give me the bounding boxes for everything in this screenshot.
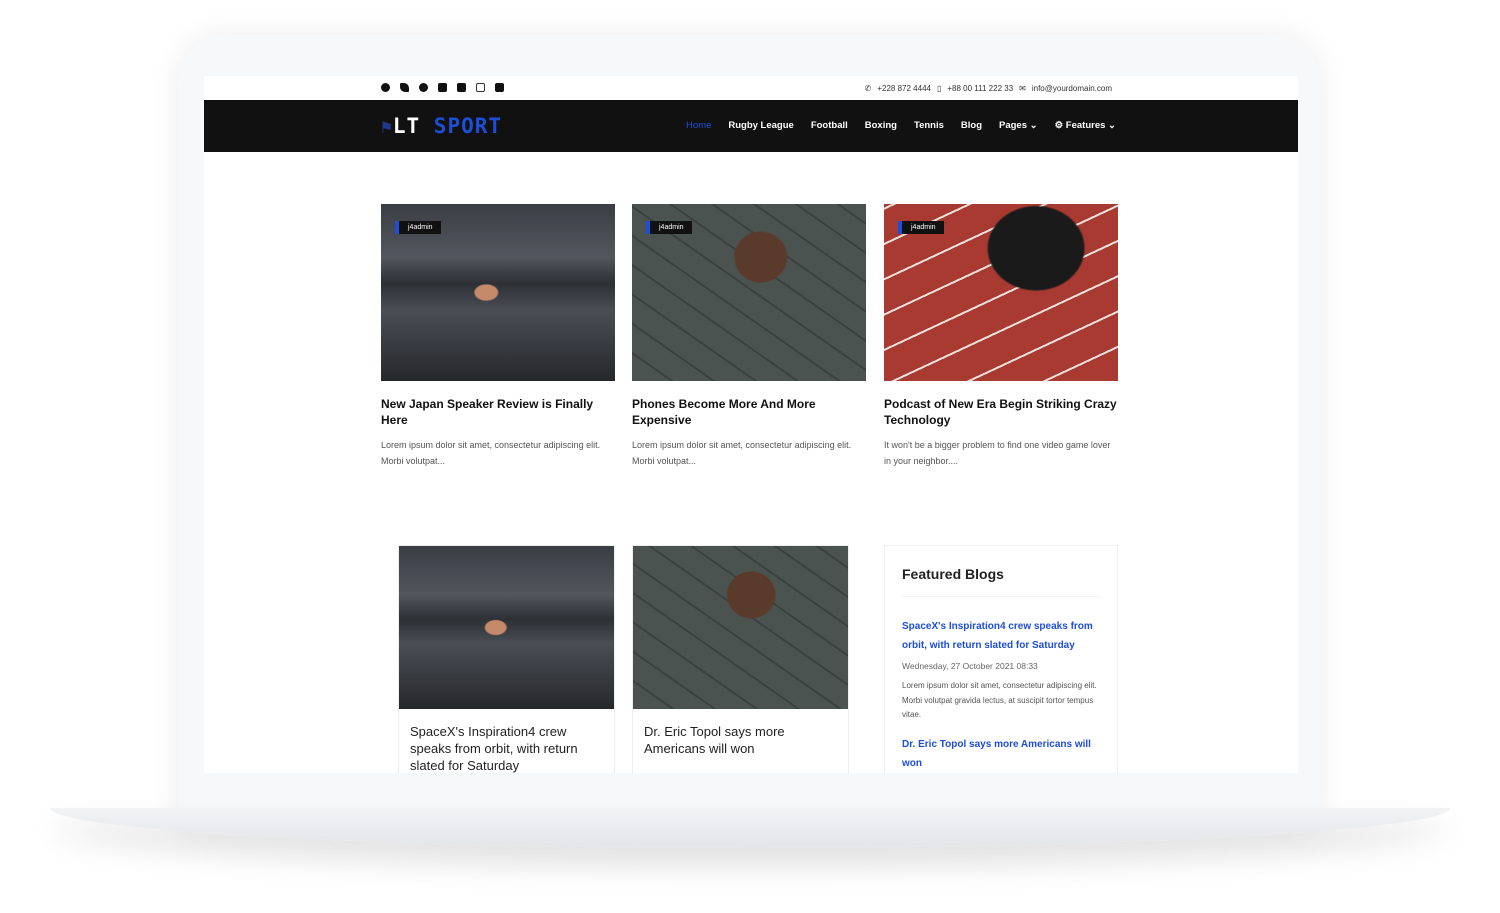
chevron-down-icon: ⌄: [1108, 120, 1116, 131]
post-title[interactable]: Phones Become More And More Expensive: [632, 396, 866, 428]
post-excerpt: Lorem ipsum dolor sit amet, consectetur …: [632, 440, 852, 466]
post-title[interactable]: New Japan Speaker Review is Finally Here: [381, 396, 615, 428]
featured-date: Wednesday, 27 October 2021 08:33: [902, 661, 1038, 671]
post-title[interactable]: SpaceX's Inspiration4 crew speaks from o…: [399, 709, 614, 773]
mobile-text: +88 00 111 222 33: [947, 84, 1014, 93]
post-card: j4admin Podcast of New Era Begin Strikin…: [884, 204, 1118, 469]
twitter-icon[interactable]: [400, 83, 409, 92]
pinterest-icon[interactable]: [419, 83, 428, 92]
post-card: Dr. Eric Topol says more Americans will …: [632, 545, 849, 773]
logo-icon: ⚑: [381, 117, 393, 138]
contact-info: ✆ +228 872 4444 ▯ +88 00 111 222 33 ✉ info@…: [865, 84, 1112, 93]
author-badge[interactable]: j4admin: [395, 221, 441, 234]
post-excerpt: Lorem ipsum dolor sit amet, consectetur …: [381, 440, 601, 466]
social-links: [381, 83, 504, 92]
featured-link[interactable]: Dr. Eric Topol says more Americans will …: [902, 735, 1100, 773]
author-badge[interactable]: j4admin: [646, 221, 692, 234]
nav-pages[interactable]: Pages ⌄: [999, 120, 1038, 131]
nav-pages-label: Pages: [999, 120, 1027, 131]
post-image-weightlifter[interactable]: [633, 546, 848, 709]
nav-rugby-league[interactable]: Rugby League: [728, 120, 793, 131]
author-badge[interactable]: j4admin: [898, 221, 944, 234]
phone-icon: ✆: [864, 84, 872, 93]
nav-boxing[interactable]: Boxing: [865, 120, 897, 131]
gear-icon: ⚙: [1054, 120, 1064, 131]
nav-home[interactable]: Home: [686, 120, 711, 131]
featured-link[interactable]: SpaceX's Inspiration4 crew speaks from o…: [902, 617, 1100, 655]
post-card: j4admin New Japan Speaker Review is Fina…: [381, 204, 615, 469]
post-image-swimmer[interactable]: j4admin: [381, 204, 615, 381]
post-image-swimmer[interactable]: [399, 546, 614, 709]
post-image-sprinter[interactable]: j4admin: [884, 204, 1118, 381]
post-excerpt: It won't be a bigger problem to find one…: [884, 440, 1111, 466]
featured-blogs-widget: Featured Blogs SpaceX's Inspiration4 cre…: [884, 545, 1118, 773]
email-link[interactable]: info@yourdomain.com: [1032, 84, 1112, 93]
facebook-icon[interactable]: [381, 83, 390, 92]
logo[interactable]: ⚑LT SPORT: [381, 114, 502, 138]
nav-features-label: Features: [1065, 120, 1106, 131]
post-title[interactable]: Dr. Eric Topol says more Americans will …: [633, 709, 848, 771]
chevron-down-icon: ⌄: [1029, 120, 1038, 131]
nav-football[interactable]: Football: [811, 120, 848, 131]
post-card: SpaceX's Inspiration4 crew speaks from o…: [398, 545, 615, 773]
nav-tennis[interactable]: Tennis: [914, 120, 944, 131]
nav-menu: Home Rugby League Football Boxing Tennis…: [686, 120, 1116, 131]
phone-text: +228 872 4444: [877, 84, 931, 93]
logo-text-b: SPORT: [433, 114, 503, 138]
top-bar: ✆ +228 872 4444 ▯ +88 00 111 222 33 ✉ info@…: [204, 76, 1298, 100]
post-card: j4admin Phones Become More And More Expe…: [632, 204, 866, 469]
mail-icon: ✉: [1019, 84, 1026, 93]
logo-text-a: LT: [392, 114, 421, 138]
laptop-base: [50, 808, 1450, 848]
mobile-icon: ▯: [936, 84, 942, 93]
main-nav: ⚑LT SPORT Home Rugby League Football Box…: [204, 100, 1298, 152]
nav-features[interactable]: ⚙ Features ⌄: [1055, 120, 1116, 131]
youtube-icon[interactable]: [438, 83, 447, 92]
featured-excerpt: Lorem ipsum dolor sit amet, consectetur …: [902, 681, 1097, 719]
post-image-weightlifter[interactable]: j4admin: [632, 204, 866, 381]
widget-heading: Featured Blogs: [902, 566, 1100, 597]
laptop-screen: ✆ +228 872 4444 ▯ +88 00 111 222 33 ✉ info@…: [204, 76, 1298, 773]
post-title[interactable]: Podcast of New Era Begin Striking Crazy …: [884, 396, 1118, 428]
nav-blog[interactable]: Blog: [961, 120, 982, 131]
linkedin-icon[interactable]: [457, 83, 466, 92]
instagram-icon[interactable]: [476, 83, 485, 92]
flickr-icon[interactable]: [495, 83, 504, 92]
